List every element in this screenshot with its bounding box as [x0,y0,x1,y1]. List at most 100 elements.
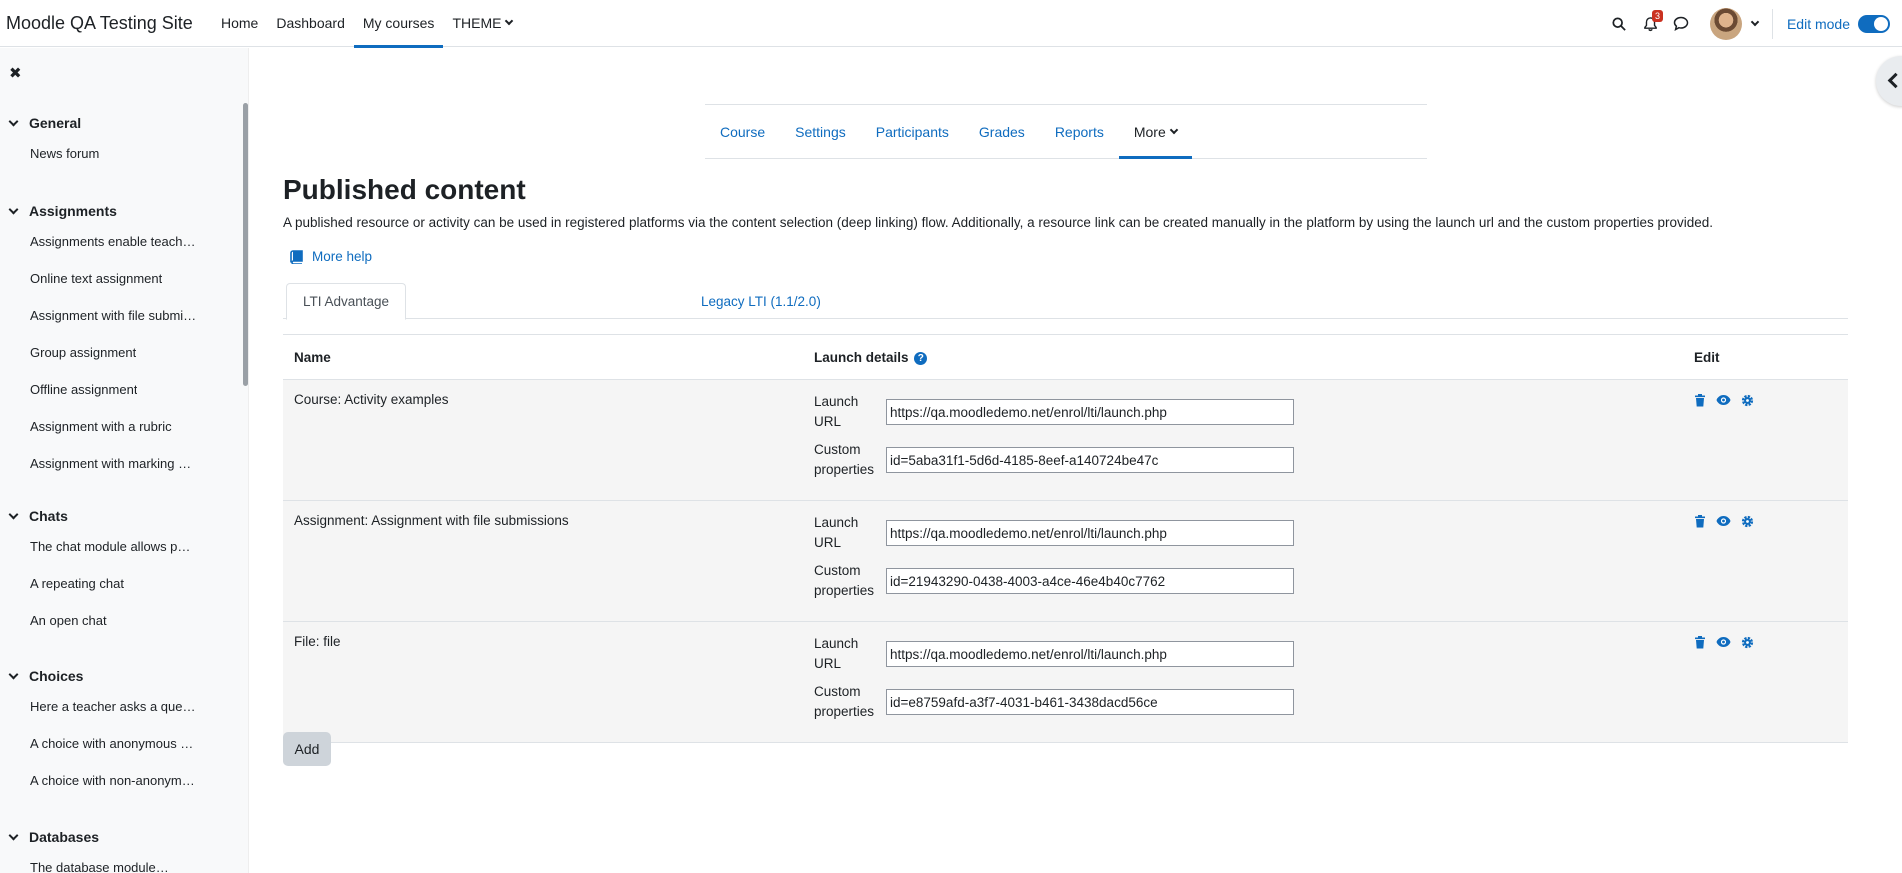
notification-count-badge: 3 [1651,9,1663,22]
label-line: Launch [814,636,859,651]
user-menu-chevron-icon[interactable] [1750,17,1760,26]
launch-url-input[interactable] [886,399,1294,425]
course-index-item[interactable]: An open chat [0,602,210,639]
custom-properties-input[interactable] [886,689,1294,715]
trash-icon[interactable] [1694,394,1706,407]
tab-more[interactable]: More [1118,105,1192,159]
edit-mode-switch[interactable]: Edit mode [1787,14,1890,33]
course-index-item-label: A choice with non-anonym… [30,773,195,788]
section-title: Databases [29,829,100,845]
row-edit-actions [1683,500,1848,622]
custom-properties-field: Custom properties [814,682,1672,722]
nav-dashboard[interactable]: Dashboard [267,0,354,47]
course-index-item[interactable]: News forum [0,135,210,172]
chevron-down-icon[interactable] [8,509,19,519]
label-line: URL [814,535,842,550]
messages-button[interactable] [1666,9,1696,39]
course-index-item-label: Group assignment [30,345,137,360]
course-index-item-label: Online text assignment [30,271,163,286]
launch-url-field: Launch URL [814,634,1672,674]
section-header[interactable]: Choices [0,664,210,688]
section-header[interactable]: Chats [0,504,210,528]
lti-version-tabs: LTI Advantage Legacy LTI (1.1/2.0) [283,283,1848,320]
course-index-item[interactable]: A choice with anonymous … [0,725,210,762]
course-index-item[interactable]: The chat module allows p… [0,528,210,565]
search-button[interactable] [1604,9,1634,39]
row-name: File: file [283,621,803,743]
tab-settings[interactable]: Settings [780,105,861,158]
gear-icon[interactable] [1741,515,1754,528]
course-index-item-label: Here a teacher asks a que… [30,699,196,714]
label-line: properties [814,704,875,719]
eye-icon[interactable] [1716,515,1731,528]
section-header[interactable]: Assignments [0,199,210,223]
column-header-launch-details: Launch details ? [803,334,1683,380]
nav-my-courses[interactable]: My courses [353,0,444,48]
page-title: Published content [283,174,526,205]
trash-icon[interactable] [1694,515,1706,528]
tab-legacy-lti[interactable]: Legacy LTI (1.1/2.0) [685,283,837,319]
chevron-down-icon [505,16,514,26]
gear-icon[interactable] [1741,636,1754,649]
course-index-item[interactable]: Here a teacher asks a que… [0,688,210,725]
notifications-button[interactable]: 3 [1636,9,1666,39]
course-index-item[interactable]: Group assignment [0,334,210,371]
course-index-item[interactable]: Assignment with marking … [0,445,210,482]
course-index-item-label: Assignments enable teach… [30,234,196,249]
course-index-item[interactable]: A repeating chat [0,565,210,602]
edit-mode-toggle[interactable] [1858,14,1890,33]
launch-url-label: Launch URL [814,392,886,432]
table-row: File: file Launch URL Custom properties [283,621,1848,743]
tab-course[interactable]: Course [705,105,780,158]
row-name: Assignment: Assignment with file submiss… [283,500,803,622]
chevron-down-icon[interactable] [8,204,19,214]
top-navbar: Moodle QA Testing Site Home Dashboard My… [0,0,1902,48]
eye-icon[interactable] [1716,636,1731,649]
tab-reports[interactable]: Reports [1040,105,1119,158]
course-index-item[interactable]: Online text assignment [0,260,210,297]
user-avatar[interactable] [1709,7,1742,40]
nav-home[interactable]: Home [212,0,267,47]
course-index-item[interactable]: A choice with non-anonym… [0,762,210,799]
tab-participants[interactable]: Participants [861,105,964,158]
launch-url-input[interactable] [886,641,1294,667]
more-help-link[interactable]: More help [290,249,372,264]
course-index-item[interactable]: Assignment with a rubric [0,408,210,445]
course-index-item[interactable]: Assignments enable teach… [0,223,210,260]
nav-theme-dropdown[interactable]: THEME [443,0,521,47]
navbar-divider [1771,8,1773,39]
site-name[interactable]: Moodle QA Testing Site [6,13,212,34]
row-launch-details: Launch URL Custom properties [803,500,1683,622]
course-index-drawer: ✖ General News forum Assignments Assignm… [0,48,249,873]
trash-icon[interactable] [1694,636,1706,649]
section-header[interactable]: General [0,111,210,135]
tab-grades[interactable]: Grades [964,105,1040,158]
eye-icon[interactable] [1716,394,1731,407]
close-drawer-icon[interactable]: ✖ [9,64,22,82]
course-index-item-label: A repeating chat [30,576,124,591]
section-header[interactable]: Databases [0,825,210,849]
custom-properties-field: Custom properties [814,561,1672,601]
custom-properties-field: Custom properties [814,440,1672,480]
custom-properties-input[interactable] [886,447,1294,473]
drawer-scrollbar[interactable] [243,103,248,386]
custom-properties-label: Custom properties [814,561,886,601]
table-header-row: Name Launch details ? Edit [283,334,1848,380]
gear-icon[interactable] [1741,394,1754,407]
launch-url-field: Launch URL [814,513,1672,553]
tab-lti-advantage[interactable]: LTI Advantage [286,283,407,320]
custom-properties-input[interactable] [886,568,1294,594]
chevron-down-icon[interactable] [8,830,19,840]
launch-url-input[interactable] [886,520,1294,546]
help-icon[interactable]: ? [914,351,928,365]
course-index-item[interactable]: Assignment with file submi… [0,297,210,334]
open-block-drawer-button[interactable] [1876,56,1902,106]
course-section-databases: Databases The database module… [0,825,210,873]
chevron-down-icon[interactable] [8,116,19,126]
row-launch-details: Launch URL Custom properties [803,379,1683,501]
chevron-down-icon[interactable] [8,669,19,679]
course-index-item[interactable]: The database module… [0,849,210,873]
secondary-navigation: Course Settings Participants Grades Repo… [705,104,1427,159]
course-index-item[interactable]: Offline assignment [0,371,210,408]
add-button[interactable]: Add [283,732,331,766]
